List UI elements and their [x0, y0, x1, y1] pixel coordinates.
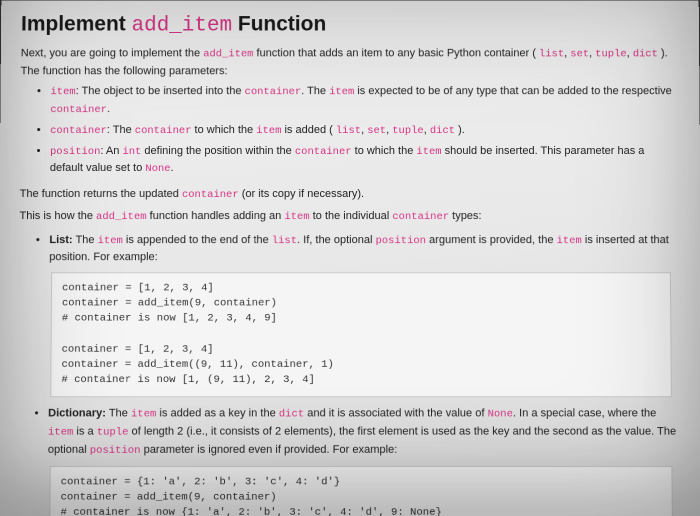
list-handling: List: The item is appended to the end of…: [49, 232, 681, 266]
title-pre: Implement: [21, 13, 132, 36]
param-item: item: The object to be inserted into the…: [50, 83, 679, 118]
code-example-dict: container = {1: 'a', 2: 'b', 3: 'c', 4: …: [49, 466, 673, 516]
return-paragraph: The function returns the updated contain…: [20, 186, 681, 204]
handles-paragraph: This is how the add_item function handle…: [19, 208, 680, 226]
document-page: Implement add_item Function Next, you ar…: [0, 1, 700, 516]
code-add-item: add_item: [203, 48, 253, 60]
page-title: Implement add_item Function: [21, 13, 679, 38]
param-container: container: The container to which the it…: [50, 122, 680, 140]
type-handling-list-2: Dictionary: The item is added as a key i…: [18, 406, 683, 460]
title-code: add_item: [131, 15, 232, 38]
intro-paragraph: Next, you are going to implement the add…: [21, 45, 680, 79]
type-handling-list: List: The item is appended to the end of…: [19, 232, 681, 266]
title-post: Function: [232, 13, 326, 36]
dict-handling: Dictionary: The item is added as a key i…: [48, 406, 683, 460]
parameter-list: item: The object to be inserted into the…: [20, 83, 680, 178]
param-position: position: An int defining the position w…: [50, 143, 680, 178]
code-example-list: container = [1, 2, 3, 4] container = add…: [50, 272, 672, 398]
